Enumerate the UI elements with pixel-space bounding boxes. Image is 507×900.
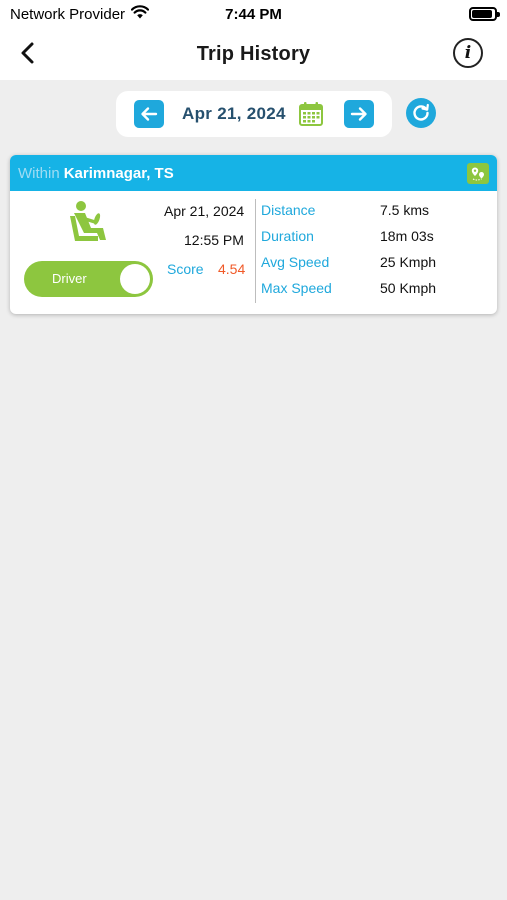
info-icon: i <box>464 43 472 63</box>
trip-date: Apr 21, 2024 <box>164 203 245 219</box>
back-button[interactable] <box>12 38 42 68</box>
trip-card-header: Within Karimnagar, TS <box>10 155 497 191</box>
next-date-button[interactable] <box>344 100 374 128</box>
arrow-right-icon <box>350 107 367 121</box>
within-label: Within <box>18 164 60 182</box>
duration-value: 18m 03s <box>380 228 434 244</box>
wifi-icon <box>130 5 150 23</box>
toggle-knob <box>120 264 150 294</box>
trip-time: 12:55 PM <box>184 232 244 248</box>
arrow-left-icon <box>141 107 158 121</box>
trip-card[interactable]: Within Karimnagar, TS Driver Apr 21, 202… <box>10 155 497 314</box>
battery-level <box>472 10 492 18</box>
driver-seat-icon <box>64 200 110 248</box>
app-header: Trip History i <box>0 28 507 80</box>
card-divider <box>255 199 256 303</box>
carrier-name: Network Provider <box>10 5 126 23</box>
chevron-left-icon <box>21 42 34 64</box>
previous-date-button[interactable] <box>134 100 164 128</box>
info-button[interactable]: i <box>453 38 483 68</box>
trip-card-body: Driver Apr 21, 2024 12:55 PM Score 4.54 … <box>10 191 497 314</box>
map-pin-icon <box>471 167 484 180</box>
avg-speed-label: Avg Speed <box>261 254 330 270</box>
battery-icon <box>469 7 500 21</box>
selected-date[interactable]: Apr 21, 2024 <box>182 104 286 124</box>
max-speed-label: Max Speed <box>261 280 332 296</box>
distance-value: 7.5 kms <box>380 202 430 218</box>
score-label: Score <box>167 261 204 277</box>
avg-speed-value: 25 Kmph <box>380 254 437 270</box>
driver-toggle-label: Driver <box>52 271 87 286</box>
date-selector: Apr 21, 2024 <box>116 91 392 137</box>
calendar-icon[interactable] <box>298 101 324 127</box>
max-speed-value: 50 Kmph <box>380 280 437 296</box>
duration-label: Duration <box>261 228 314 244</box>
trip-location: Karimnagar, TS <box>63 164 174 182</box>
refresh-icon <box>413 103 429 121</box>
refresh-button[interactable] <box>406 98 436 128</box>
driver-toggle[interactable]: Driver <box>24 261 153 297</box>
status-left: Network Provider <box>10 5 150 23</box>
score-value: 4.54 <box>218 261 246 277</box>
distance-label: Distance <box>261 202 316 218</box>
page-title: Trip History <box>196 42 311 65</box>
map-button[interactable] <box>467 163 489 184</box>
status-bar: Network Provider 7:44 PM <box>0 0 507 28</box>
